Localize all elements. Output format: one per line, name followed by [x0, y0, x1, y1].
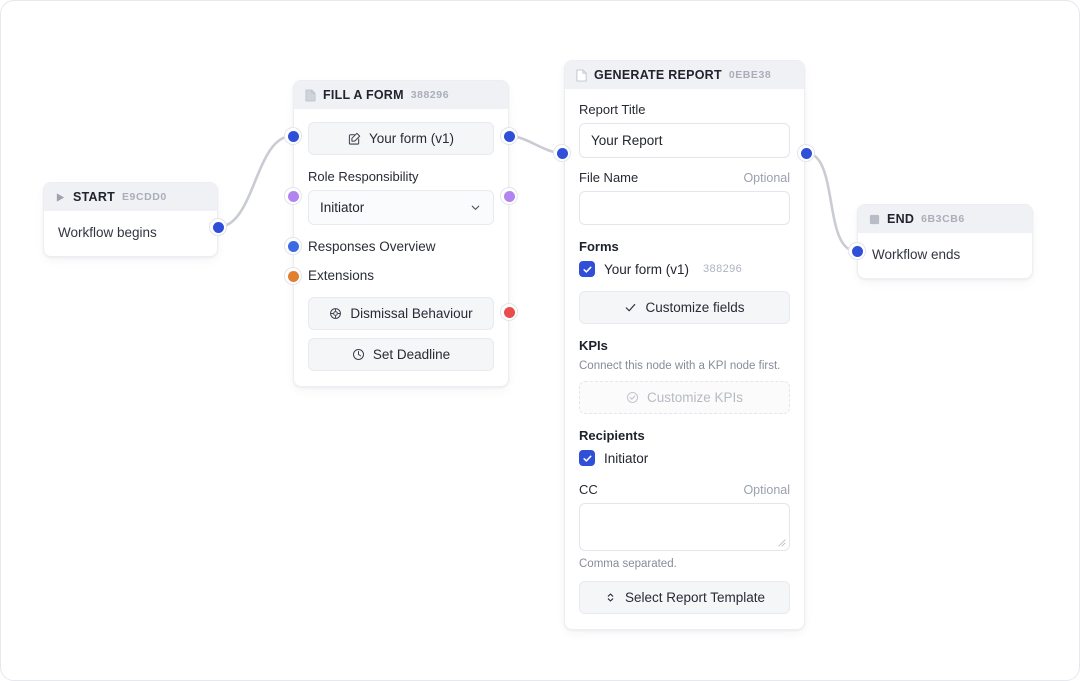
- handle-form-role-source[interactable]: [500, 187, 518, 205]
- node-fill-a-form-id: 388296: [410, 89, 450, 101]
- node-fill-a-form-body: Your form (v1) Role Responsibility Initi…: [294, 109, 508, 386]
- recipient-checkbox[interactable]: [579, 450, 595, 466]
- node-end-title: END: [887, 212, 915, 226]
- responses-overview-row[interactable]: Responses Overview: [308, 239, 494, 254]
- role-responsibility-label: Role Responsibility: [308, 169, 419, 184]
- form-checkbox[interactable]: [579, 261, 595, 277]
- resize-handle-icon[interactable]: [777, 538, 786, 547]
- gear-clock-icon: [329, 307, 342, 320]
- your-form-button[interactable]: Your form (v1): [308, 122, 494, 155]
- node-generate-report-header: GENERATE REPORT 0EBE38: [565, 61, 804, 89]
- file-name-label-row: File Name Optional: [579, 170, 790, 185]
- document-icon: [305, 89, 316, 102]
- node-fill-a-form-header: FILL A FORM 388296: [294, 81, 508, 109]
- customize-fields-label: Customize fields: [645, 300, 745, 315]
- node-generate-report-id: 0EBE38: [728, 69, 772, 81]
- node-fill-a-form[interactable]: FILL A FORM 388296 Your form (v1) Role R…: [293, 80, 509, 387]
- handle-report-source[interactable]: [797, 144, 815, 162]
- handle-dismissal-behaviour[interactable]: [500, 303, 518, 321]
- cc-label-row: CC Optional: [579, 482, 790, 497]
- report-title-input[interactable]: Your Report: [579, 123, 790, 158]
- recipient-checkbox-row[interactable]: Initiator: [579, 450, 790, 466]
- form-checkbox-row[interactable]: Your form (v1) 388296: [579, 261, 790, 277]
- edge-start-to-form: [216, 134, 294, 229]
- role-responsibility-value: Initiator: [320, 200, 365, 215]
- dismissal-behaviour-label: Dismissal Behaviour: [350, 306, 473, 321]
- kpis-label: KPIs: [579, 338, 608, 353]
- node-generate-report-body: Report Title Your Report File Name Optio…: [565, 89, 804, 629]
- edge-report-to-end: [804, 151, 858, 253]
- workflow-canvas[interactable]: START E9CDD0 Workflow begins FILL A FORM…: [0, 0, 1080, 681]
- check-circle-icon: [626, 391, 639, 404]
- updown-chevrons-icon: [604, 591, 617, 604]
- node-generate-report[interactable]: GENERATE REPORT 0EBE38 Report Title Your…: [564, 60, 805, 630]
- handle-extensions[interactable]: [284, 267, 302, 285]
- handle-report-target[interactable]: [553, 144, 571, 162]
- role-responsibility-select[interactable]: Initiator: [308, 190, 494, 225]
- form-checkbox-label: Your form (v1): [604, 261, 690, 277]
- play-icon: [55, 192, 66, 203]
- set-deadline-label: Set Deadline: [372, 347, 451, 362]
- node-end-id: 6B3CB6: [921, 213, 965, 225]
- customize-fields-button[interactable]: Customize fields: [579, 291, 790, 324]
- forms-label: Forms: [579, 239, 619, 254]
- report-title-label: Report Title: [579, 102, 646, 117]
- handle-end-target[interactable]: [848, 242, 866, 260]
- form-checkbox-id: 388296: [703, 263, 743, 275]
- handle-form-source[interactable]: [500, 127, 518, 145]
- node-generate-report-title: GENERATE REPORT: [594, 68, 722, 82]
- customize-kpis-label: Customize KPIs: [646, 390, 744, 405]
- dismissal-behaviour-button[interactable]: Dismissal Behaviour: [308, 297, 494, 330]
- check-icon: [624, 301, 637, 314]
- cc-optional-tag: Optional: [743, 483, 790, 497]
- file-name-input[interactable]: [579, 191, 790, 225]
- extensions-label: Extensions: [308, 268, 375, 283]
- handle-start-source[interactable]: [209, 218, 227, 236]
- select-report-template-label: Select Report Template: [624, 590, 766, 605]
- node-start-title: START: [73, 190, 115, 204]
- node-start-id: E9CDD0: [122, 191, 167, 203]
- node-fill-a-form-title: FILL A FORM: [323, 88, 404, 102]
- node-end-text: Workflow ends: [872, 247, 961, 262]
- clock-icon: [352, 348, 365, 361]
- customize-kpis-button: Customize KPIs: [579, 381, 790, 414]
- node-start[interactable]: START E9CDD0 Workflow begins: [43, 182, 218, 257]
- chevron-down-icon: [469, 201, 482, 214]
- edge-layer: [216, 134, 858, 253]
- square-icon: [869, 214, 880, 225]
- file-name-label: File Name: [579, 170, 639, 185]
- node-end-header: END 6B3CB6: [858, 205, 1032, 233]
- node-start-text: Workflow begins: [58, 225, 157, 240]
- handle-form-role-target[interactable]: [284, 187, 302, 205]
- document-icon: [576, 69, 587, 82]
- kpis-hint: Connect this node with a KPI node first.: [579, 360, 781, 372]
- recipient-checkbox-label: Initiator: [604, 450, 649, 466]
- node-end[interactable]: END 6B3CB6 Workflow ends: [857, 204, 1033, 279]
- cc-hint: Comma separated.: [579, 558, 677, 570]
- extensions-row[interactable]: Extensions: [308, 268, 494, 283]
- your-form-button-label: Your form (v1): [368, 131, 455, 146]
- cc-label: CC: [579, 482, 598, 497]
- cc-textarea[interactable]: [579, 503, 790, 551]
- report-title-value: Your Report: [591, 133, 663, 148]
- responses-overview-label: Responses Overview: [308, 239, 436, 254]
- set-deadline-button[interactable]: Set Deadline: [308, 338, 494, 371]
- file-name-optional-tag: Optional: [743, 171, 790, 185]
- select-report-template-button[interactable]: Select Report Template: [579, 581, 790, 614]
- recipients-label: Recipients: [579, 428, 645, 443]
- handle-form-target[interactable]: [284, 127, 302, 145]
- pencil-square-icon: [348, 132, 361, 145]
- node-start-header: START E9CDD0: [44, 183, 217, 211]
- handle-responses-overview[interactable]: [284, 237, 302, 255]
